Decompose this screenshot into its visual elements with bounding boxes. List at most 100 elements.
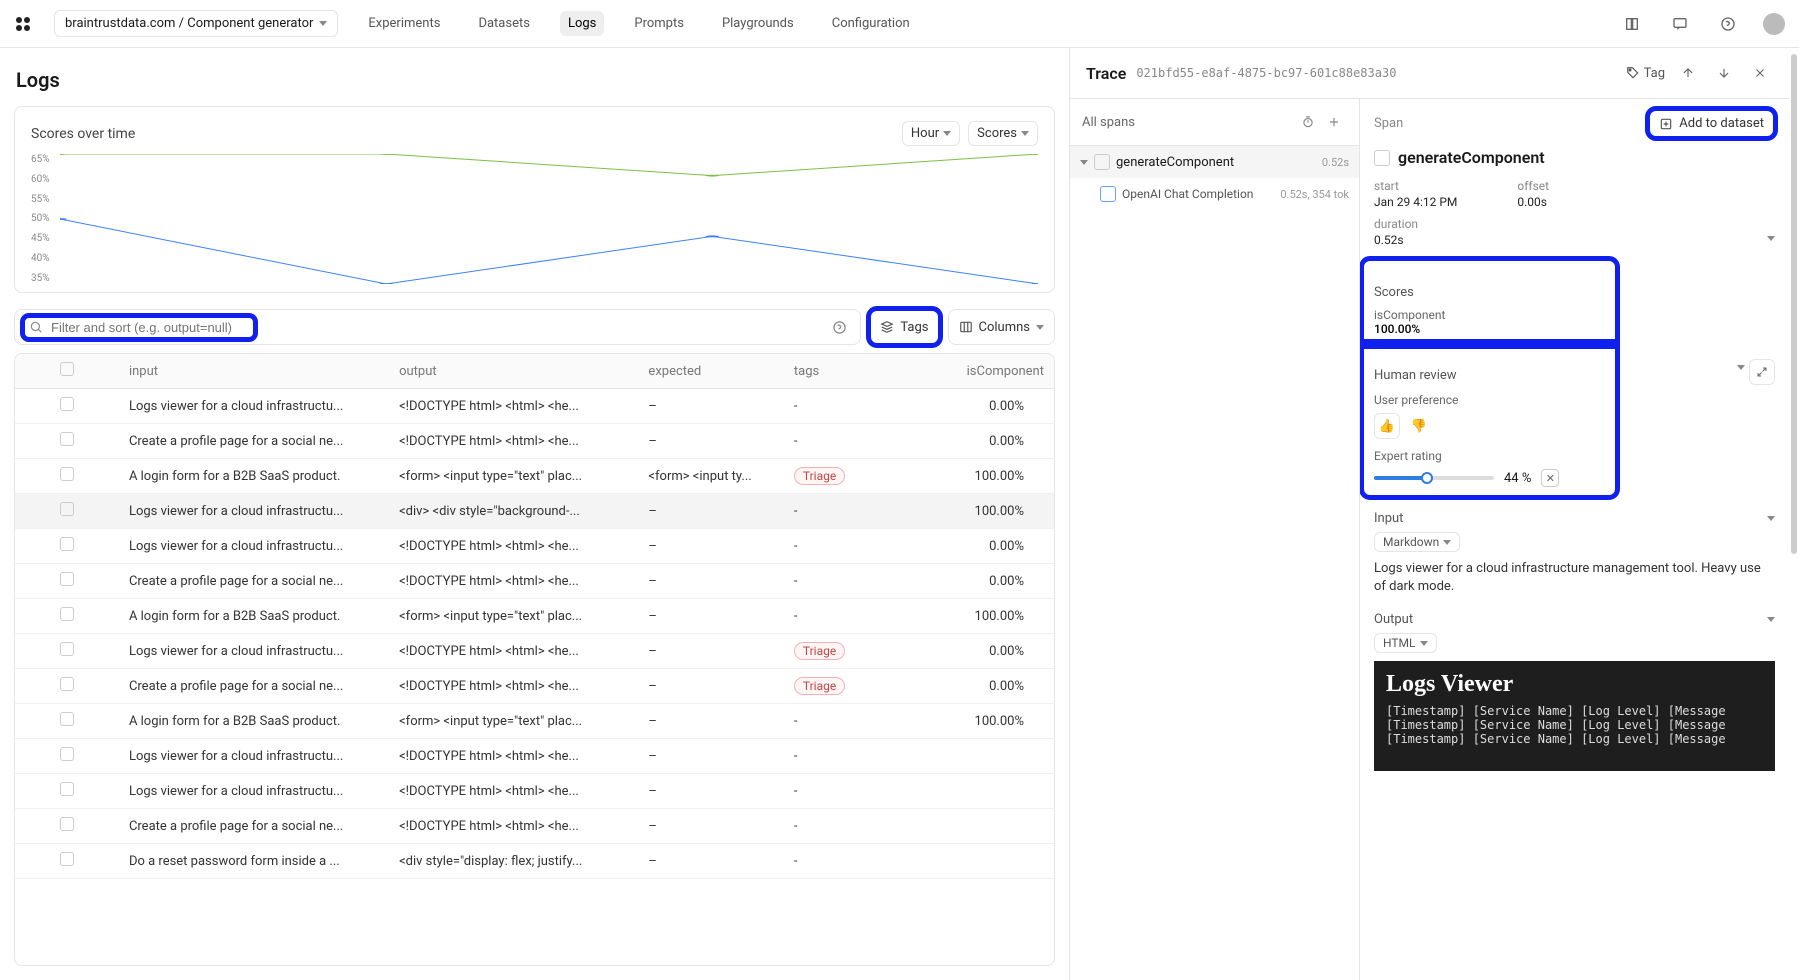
add-span-icon[interactable] <box>1321 109 1347 135</box>
triage-badge: Triage <box>794 642 845 660</box>
duration-value: 0.52s <box>1374 233 1418 247</box>
metric-select[interactable]: Scores <box>968 121 1038 146</box>
row-checkbox[interactable] <box>60 677 74 691</box>
input-format-select[interactable]: Markdown <box>1374 532 1460 552</box>
book-icon[interactable] <box>1619 11 1645 37</box>
table-row[interactable]: Create a profile page for a social ne...… <box>15 424 1054 459</box>
chevron-down-icon[interactable] <box>1767 516 1775 521</box>
topbar: braintrustdata.com / Component generator… <box>0 0 1799 48</box>
table-row[interactable]: Logs viewer for a cloud infrastructu...<… <box>15 634 1054 669</box>
scrollbar[interactable] <box>1789 48 1799 980</box>
row-checkbox[interactable] <box>60 502 74 516</box>
col-tags[interactable]: tags <box>784 354 909 389</box>
table-row[interactable]: Create a profile page for a social ne...… <box>15 809 1054 844</box>
timer-icon[interactable] <box>1295 109 1321 135</box>
row-checkbox[interactable] <box>60 817 74 831</box>
nav-tab-experiments[interactable]: Experiments <box>360 11 448 36</box>
input-text: Logs viewer for a cloud infrastructure m… <box>1374 560 1775 596</box>
table-row[interactable]: Logs viewer for a cloud infrastructu...<… <box>15 774 1054 809</box>
table-row[interactable]: Logs viewer for a cloud infrastructu...<… <box>15 739 1054 774</box>
expand-icon[interactable] <box>1749 359 1775 385</box>
output-format-select[interactable]: HTML <box>1374 633 1437 653</box>
nav-tab-prompts[interactable]: Prompts <box>626 11 692 36</box>
scores-title: Scores <box>1374 285 1414 300</box>
table-row[interactable]: Create a profile page for a social ne...… <box>15 669 1054 704</box>
nav-tabs: Experiments Datasets Logs Prompts Playground… <box>360 11 917 36</box>
chevron-down-icon <box>1021 131 1029 136</box>
expert-rating-slider[interactable] <box>1374 476 1494 480</box>
span-row[interactable]: generateComponent0.52s <box>1070 146 1359 178</box>
table-row[interactable]: A login form for a B2B SaaS product.<for… <box>15 599 1054 634</box>
clear-rating-button[interactable]: ✕ <box>1541 469 1559 487</box>
table-row[interactable]: Do a reset password form inside a ...<di… <box>15 844 1054 879</box>
avatar[interactable] <box>1763 13 1785 35</box>
output-format: HTML <box>1383 636 1416 650</box>
filter-input[interactable] <box>49 319 249 336</box>
col-output[interactable]: output <box>389 354 638 389</box>
row-checkbox[interactable] <box>60 642 74 656</box>
filter-highlight <box>23 316 255 339</box>
table-row[interactable]: Logs viewer for a cloud infrastructu...<… <box>15 494 1054 529</box>
help-filter-icon[interactable] <box>826 314 852 340</box>
thumbs-down-button[interactable]: 👎 <box>1406 413 1432 439</box>
project-selector[interactable]: braintrustdata.com / Component generator <box>54 10 338 37</box>
filter-bar <box>14 309 861 345</box>
table-row[interactable]: Logs viewer for a cloud infrastructu...<… <box>15 389 1054 424</box>
row-checkbox[interactable] <box>60 397 74 411</box>
next-trace-icon[interactable] <box>1711 60 1737 86</box>
close-icon[interactable] <box>1747 60 1773 86</box>
granularity-value: Hour <box>911 126 939 141</box>
chevron-down-icon[interactable] <box>1767 236 1775 241</box>
all-spans-label: All spans <box>1082 115 1135 130</box>
start-label: start <box>1374 179 1457 193</box>
row-checkbox[interactable] <box>60 432 74 446</box>
chevron-down-icon[interactable] <box>1767 617 1775 622</box>
prev-trace-icon[interactable] <box>1675 60 1701 86</box>
granularity-select[interactable]: Hour <box>902 121 960 146</box>
row-checkbox[interactable] <box>60 852 74 866</box>
trace-tag-button[interactable]: Tag <box>1626 66 1665 81</box>
col-input[interactable]: input <box>119 354 389 389</box>
span-label: Span <box>1374 116 1403 131</box>
app-logo <box>14 15 32 33</box>
offset-value: 0.00s <box>1517 195 1549 209</box>
row-checkbox[interactable] <box>60 607 74 621</box>
chevron-down-icon[interactable] <box>1737 365 1745 370</box>
row-checkbox[interactable] <box>60 712 74 726</box>
chart-card: Scores over time Hour Scores 65%60%55%50… <box>14 106 1055 293</box>
thumbs-up-button[interactable]: 👍 <box>1374 413 1400 439</box>
nav-tab-datasets[interactable]: Datasets <box>470 11 538 36</box>
chat-icon[interactable] <box>1667 11 1693 37</box>
trace-id: 021bfd55-e8af-4875-bc97-601c88e83a30 <box>1136 66 1396 80</box>
span-row[interactable]: OpenAI Chat Completion0.52s, 354 tok <box>1070 178 1359 210</box>
chevron-down-icon <box>943 131 951 136</box>
select-all-checkbox[interactable] <box>60 362 74 376</box>
help-icon[interactable] <box>1715 11 1741 37</box>
input-format: Markdown <box>1383 535 1439 549</box>
table-row[interactable]: A login form for a B2B SaaS product.<for… <box>15 459 1054 494</box>
row-checkbox[interactable] <box>60 572 74 586</box>
tag-icon <box>880 320 894 334</box>
chevron-down-icon <box>1420 641 1428 646</box>
row-checkbox[interactable] <box>60 782 74 796</box>
triage-badge: Triage <box>794 467 845 485</box>
nav-tab-configuration[interactable]: Configuration <box>824 11 918 36</box>
table-row[interactable]: A login form for a B2B SaaS product.<for… <box>15 704 1054 739</box>
nav-tab-playgrounds[interactable]: Playgrounds <box>714 11 802 36</box>
col-expected[interactable]: expected <box>638 354 783 389</box>
y-axis: 65%60%55%50%45%40%35% <box>31 154 50 284</box>
output-preview: Logs Viewer [Timestamp] [Service Name] [… <box>1374 661 1775 771</box>
col-isComponent[interactable]: isComponent <box>909 354 1054 389</box>
add-to-dataset-button[interactable]: Add to dataset <box>1648 109 1775 138</box>
output-preview-title: Logs Viewer <box>1386 671 1763 698</box>
nav-tab-logs[interactable]: Logs <box>560 11 604 36</box>
trace-panel: Trace 021bfd55-e8af-4875-bc97-601c88e83a… <box>1069 48 1789 980</box>
tags-button[interactable]: Tags <box>869 309 939 345</box>
table-row[interactable]: Create a profile page for a social ne...… <box>15 564 1054 599</box>
table-row[interactable]: Logs viewer for a cloud infrastructu...<… <box>15 529 1054 564</box>
columns-button[interactable]: Columns <box>948 309 1056 345</box>
row-checkbox[interactable] <box>60 747 74 761</box>
row-checkbox[interactable] <box>60 467 74 481</box>
row-checkbox[interactable] <box>60 537 74 551</box>
columns-label: Columns <box>979 320 1031 335</box>
